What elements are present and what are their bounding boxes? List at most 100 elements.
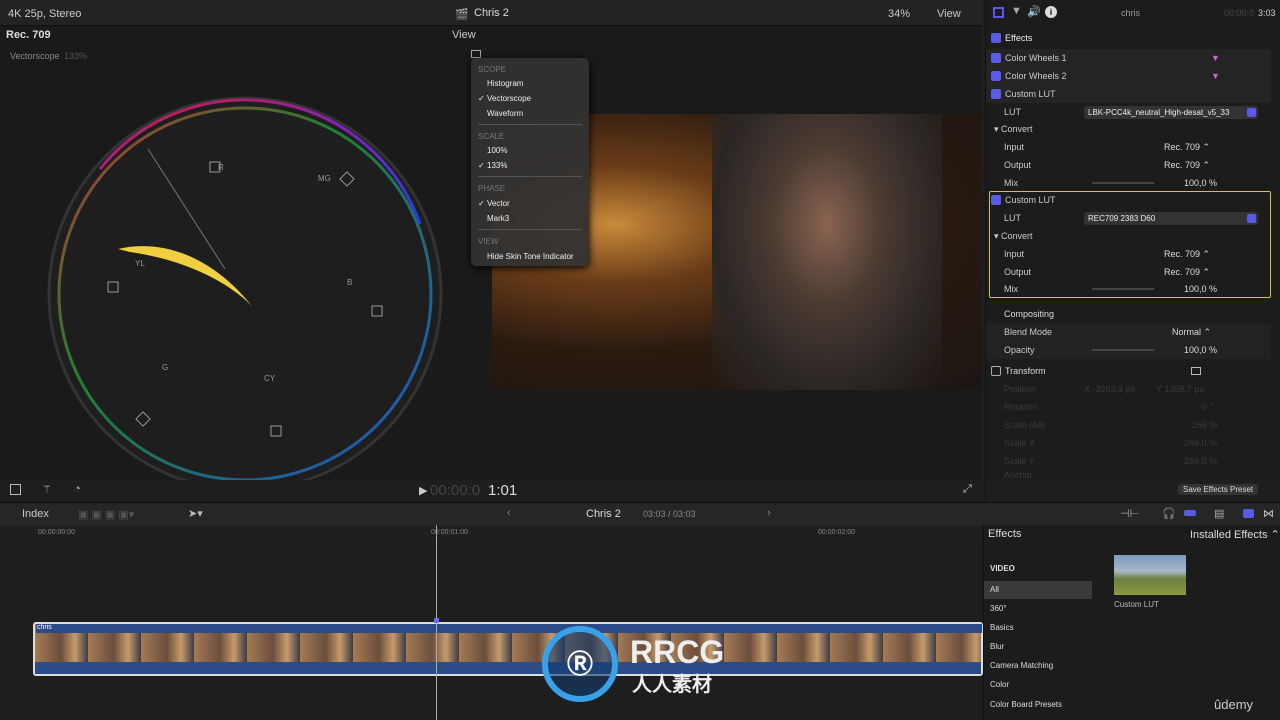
menu-item-vectorscope[interactable]: Vectorscope xyxy=(487,94,531,103)
effects-browser-icon[interactable] xyxy=(1243,509,1254,518)
headphones-icon[interactable]: 🎧 xyxy=(1162,507,1176,520)
check-icon: ✓ xyxy=(478,94,485,103)
effects-checkbox[interactable] xyxy=(991,33,1001,43)
opacity-slider[interactable] xyxy=(1092,349,1154,351)
skimming-icon[interactable]: ⊣⊢ xyxy=(1120,507,1139,520)
transform-heading: Transform xyxy=(1005,366,1046,376)
forward-icon[interactable]: › xyxy=(767,507,771,519)
opacity-value[interactable]: 100,0 % xyxy=(1184,345,1217,355)
info-icon[interactable]: i xyxy=(1045,6,1057,18)
select-tool-icon[interactable]: ➤▾ xyxy=(188,507,203,520)
lut-2-select[interactable]: REC709 2383 D60 xyxy=(1084,211,1258,225)
custom-lut-1-checkbox[interactable] xyxy=(991,89,1001,99)
category-camera-matching[interactable]: Camera Matching xyxy=(990,661,1053,670)
output-label: Output xyxy=(1004,267,1032,277)
category-blur[interactable]: Blur xyxy=(990,642,1004,651)
category-color[interactable]: Color xyxy=(990,680,1009,689)
viewer-top-bar: 4K 25p, Stereo 🎬 Chris 2 34% View xyxy=(0,0,982,26)
edit-buttons-icon[interactable]: ▣ ▣ ▣ ▣▾ xyxy=(78,508,134,521)
lut-1-mix-slider[interactable] xyxy=(1092,182,1154,184)
color-wheels-2[interactable]: Color Wheels 2 xyxy=(1005,71,1067,81)
convert-2-group: Convert xyxy=(1001,231,1033,241)
menu-item-133[interactable]: 133% xyxy=(487,161,507,170)
blend-mode-select[interactable]: Normal ⌃ xyxy=(1172,327,1211,338)
speed-icon[interactable]: ◔ xyxy=(74,483,81,495)
inspector-clip-name: chris xyxy=(1121,8,1141,18)
scope-scale: 133% xyxy=(64,51,88,61)
scale-all-value[interactable]: 266 % xyxy=(1192,420,1218,430)
inspector-panel: ▼ 🔊 i chris 00:00:0 3:03 Effects Color W… xyxy=(985,0,1280,500)
position-x[interactable]: X -3263,3 px xyxy=(1084,384,1135,394)
watermark-text: RRCG xyxy=(630,634,725,670)
label-g: G xyxy=(162,363,169,372)
scope-settings-icon[interactable] xyxy=(471,50,481,58)
subject-silhouette xyxy=(712,114,942,390)
lut-1-select[interactable]: LBK-PCC4k_neutral_High-desat_v5_33 xyxy=(1084,105,1258,119)
category-360[interactable]: 360° xyxy=(990,604,1007,613)
color-inspector-icon[interactable]: ▼ xyxy=(1011,5,1022,17)
fullscreen-icon[interactable]: ⤢ xyxy=(963,483,972,496)
transform-onscreen-icon[interactable] xyxy=(1191,367,1201,375)
menu-item-histogram[interactable]: Histogram xyxy=(487,79,523,88)
scale-x-value[interactable]: 266,0 % xyxy=(1184,438,1217,448)
disclosure-triangle-icon[interactable]: ▾ xyxy=(994,231,1001,242)
lut-label: LUT xyxy=(1004,213,1022,223)
position-y[interactable]: Y 1368,7 px xyxy=(1156,384,1204,394)
menu-item-vector[interactable]: Vector xyxy=(487,199,510,208)
enhance-wand-icon[interactable]: ⚚ xyxy=(42,483,52,496)
category-basics[interactable]: Basics xyxy=(990,623,1014,632)
lut-1-mix-value[interactable]: 100,0 % xyxy=(1184,178,1217,188)
transitions-icon[interactable]: ⋈ xyxy=(1263,507,1274,520)
menu-item-hide-skin-tone[interactable]: Hide Skin Tone Indicator xyxy=(487,252,574,261)
transform-tool-icon[interactable] xyxy=(10,484,21,495)
scale-y-value[interactable]: 266,0 % xyxy=(1184,456,1217,466)
snapping-icon[interactable] xyxy=(1184,510,1196,516)
lut-1-input-select[interactable]: Rec. 709 ⌃ xyxy=(1164,142,1210,153)
save-effects-preset-button[interactable]: Save Effects Preset xyxy=(1178,484,1259,495)
color-wheels-1[interactable]: Color Wheels 1 xyxy=(1005,53,1067,63)
play-icon[interactable]: ▶ xyxy=(419,484,427,497)
lut-1-output-select[interactable]: Rec. 709 ⌃ xyxy=(1164,160,1210,171)
mix-label: Mix xyxy=(1004,284,1018,294)
clip-audio-bar xyxy=(35,662,981,674)
convert-1-group: Convert xyxy=(1001,124,1033,134)
custom-lut-effect-label[interactable]: Custom LUT xyxy=(1114,600,1159,609)
lut-2-mix-slider[interactable] xyxy=(1092,288,1154,290)
check-icon: ✓ xyxy=(478,199,485,208)
view-menu[interactable]: View xyxy=(937,8,961,20)
menu-item-waveform[interactable]: Waveform xyxy=(487,109,523,118)
custom-lut-1-title: Custom LUT xyxy=(1005,89,1056,99)
installed-effects-select[interactable]: Installed Effects ⌃ xyxy=(1190,528,1280,541)
scope-view-menu[interactable]: View xyxy=(452,29,476,41)
inspector-footer: Save Effects Preset xyxy=(986,480,1280,500)
label-cy: CY xyxy=(264,374,276,383)
transform-checkbox[interactable] xyxy=(991,366,1001,376)
audio-inspector-icon[interactable]: 🔊 xyxy=(1027,5,1041,18)
menu-header-scale: SCALE xyxy=(478,132,505,141)
category-all[interactable]: All xyxy=(990,585,999,594)
lut-2-input-select[interactable]: Rec. 709 ⌃ xyxy=(1164,249,1210,260)
index-button[interactable]: Index xyxy=(22,508,49,520)
timeline-clip[interactable]: chris xyxy=(33,622,983,676)
video-inspector-icon[interactable] xyxy=(993,7,1004,18)
position-label: Position xyxy=(1004,384,1037,394)
inspector-time-dim: 00:00:0 xyxy=(1224,8,1255,18)
color-wheels-1-checkbox[interactable] xyxy=(991,53,1001,63)
color-wheels-icon[interactable]: ▼ xyxy=(1211,71,1220,81)
colorspace-label: Rec. 709 xyxy=(6,29,51,41)
lut-2-mix-value[interactable]: 100,0 % xyxy=(1184,284,1217,294)
custom-lut-thumbnail[interactable] xyxy=(1114,555,1186,595)
clip-appearance-icon[interactable]: ▤ xyxy=(1214,507,1224,520)
rotation-value[interactable]: 0 ° xyxy=(1202,402,1213,412)
back-icon[interactable]: ‹ xyxy=(507,507,511,519)
color-wheels-icon[interactable]: ▼ xyxy=(1211,53,1220,63)
disclosure-triangle-icon[interactable]: ▾ xyxy=(994,124,1001,135)
menu-item-mark3[interactable]: Mark3 xyxy=(487,214,509,223)
category-color-board-presets[interactable]: Color Board Presets xyxy=(990,700,1062,709)
lut-2-output-select[interactable]: Rec. 709 ⌃ xyxy=(1164,267,1210,278)
menu-item-100[interactable]: 100% xyxy=(487,146,507,155)
color-wheels-2-checkbox[interactable] xyxy=(991,71,1001,81)
zoom-menu[interactable]: 34% xyxy=(888,8,910,20)
custom-lut-2-checkbox[interactable] xyxy=(991,195,1001,205)
timeline-project-name[interactable]: Chris 2 xyxy=(586,508,621,520)
